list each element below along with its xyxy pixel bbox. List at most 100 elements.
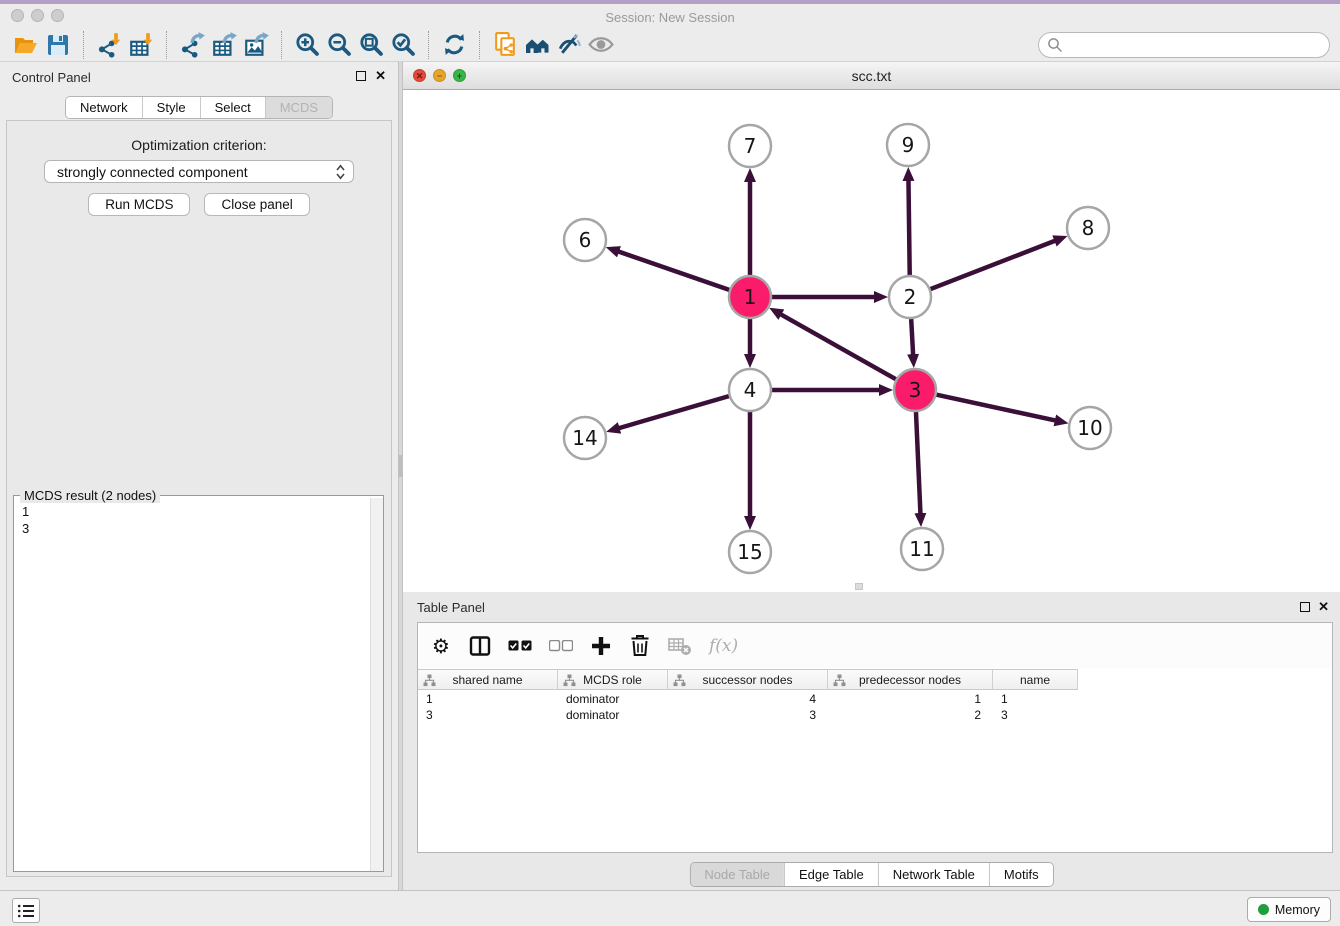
tab-node-table[interactable]: Node Table [690, 863, 784, 886]
network-window: scc.txt ✕ − + 1 2 3 4 6 7 8 9 10 11 14 15 [403, 62, 1340, 592]
delete-table-icon [668, 633, 692, 659]
open-session-icon[interactable] [10, 30, 42, 60]
import-table-icon[interactable] [125, 30, 157, 60]
float-panel-icon[interactable] [356, 71, 366, 81]
table-cell[interactable]: 1 [828, 691, 993, 707]
task-history-button[interactable] [12, 898, 40, 923]
function-builder-icon: f(x) [709, 633, 738, 659]
table-cell[interactable]: 1 [418, 691, 558, 707]
mcds-result-scrollbar[interactable] [370, 498, 383, 871]
table-cell[interactable]: 3 [993, 707, 1078, 723]
control-panel: Control Panel ✕ NetworkStyleSelectMCDS O… [0, 62, 398, 890]
control-panel-tabs: NetworkStyleSelectMCDS [65, 96, 333, 119]
delete-column-icon[interactable] [629, 633, 651, 659]
edge-3-1[interactable] [780, 314, 895, 379]
optimization-criterion-select[interactable]: strongly connected component [44, 160, 354, 183]
table-options-icon[interactable]: ⚙ [430, 633, 452, 659]
table-cell[interactable]: 1 [993, 691, 1078, 707]
edge-2-9[interactable] [908, 180, 909, 275]
run-mcds-button[interactable]: Run MCDS [88, 193, 190, 216]
svg-text:9: 9 [902, 133, 915, 157]
export-image-icon[interactable] [240, 30, 272, 60]
export-network-icon[interactable] [176, 30, 208, 60]
edge-3-11[interactable] [916, 412, 920, 514]
import-network-icon[interactable] [93, 30, 125, 60]
graph-node-9[interactable]: 9 [887, 124, 929, 166]
zoom-fit-icon[interactable] [355, 30, 387, 60]
column-header-shared-name[interactable]: shared name [418, 669, 558, 690]
edge-1-6[interactable] [618, 251, 729, 289]
table-cell[interactable]: 2 [828, 707, 993, 723]
network-close-icon[interactable]: ✕ [413, 69, 426, 82]
graph-node-2[interactable]: 2 [889, 276, 931, 318]
copy-view-icon[interactable] [489, 30, 521, 60]
tab-motifs[interactable]: Motifs [989, 863, 1053, 886]
tab-style[interactable]: Style [142, 97, 200, 118]
export-table-icon[interactable] [208, 30, 240, 60]
network-zoom-icon[interactable]: + [453, 69, 466, 82]
toggle-graphics-details-icon[interactable] [553, 30, 585, 60]
edge-3-10[interactable] [936, 395, 1055, 421]
save-session-icon[interactable] [42, 30, 74, 60]
table-panel: Table Panel ✕ ⚙f(x) shared nameMCDS role… [403, 592, 1340, 890]
column-header-predecessor-nodes[interactable]: predecessor nodes [828, 669, 993, 690]
graph-node-15[interactable]: 15 [729, 531, 771, 573]
table-row[interactable]: 1dominator411 [418, 691, 1332, 707]
search-box [1038, 32, 1330, 58]
graph-node-14[interactable]: 14 [564, 417, 606, 459]
select-stepper-icon [336, 164, 345, 183]
show-columns-icon[interactable] [469, 633, 491, 659]
close-panel-icon[interactable]: ✕ [375, 68, 386, 84]
splitter-handle[interactable] [399, 455, 402, 477]
graph-node-1[interactable]: 1 [729, 276, 771, 318]
zoom-out-icon[interactable] [323, 30, 355, 60]
graph-node-6[interactable]: 6 [564, 219, 606, 261]
home-icon[interactable] [521, 30, 553, 60]
graph-node-11[interactable]: 11 [901, 528, 943, 570]
memory-button[interactable]: Memory [1247, 897, 1331, 922]
network-window-titlebar: scc.txt ✕ − + [403, 62, 1340, 90]
table-row[interactable]: 3dominator323 [418, 707, 1332, 723]
tab-mcds[interactable]: MCDS [265, 97, 332, 118]
column-label: MCDS role [583, 673, 642, 687]
create-column-icon[interactable] [590, 633, 612, 659]
refresh-icon[interactable] [438, 30, 470, 60]
graph-node-3[interactable]: 3 [894, 369, 936, 411]
edge-2-8[interactable] [931, 241, 1056, 289]
select-all-icon[interactable] [508, 633, 532, 659]
table-cell[interactable]: 3 [668, 707, 828, 723]
zoom-in-icon[interactable] [291, 30, 323, 60]
table-cell[interactable]: 4 [668, 691, 828, 707]
network-canvas[interactable]: 1 2 3 4 6 7 8 9 10 11 14 15 [403, 90, 1340, 592]
optimization-criterion-label: Optimization criterion: [7, 137, 391, 153]
deselect-all-icon[interactable] [549, 633, 573, 659]
tab-select[interactable]: Select [200, 97, 265, 118]
tab-network[interactable]: Network [66, 97, 142, 118]
table-cell[interactable]: 3 [418, 707, 558, 723]
edge-2-3[interactable] [911, 319, 913, 355]
graph-node-10[interactable]: 10 [1069, 407, 1111, 449]
graph-node-4[interactable]: 4 [729, 369, 771, 411]
show-hide-graphics-icon[interactable] [585, 30, 617, 60]
graph-node-7[interactable]: 7 [729, 125, 771, 167]
column-header-name[interactable]: name [993, 669, 1078, 690]
tab-edge-table[interactable]: Edge Table [784, 863, 878, 886]
search-icon [1047, 37, 1063, 58]
column-header-mcds-role[interactable]: MCDS role [558, 669, 668, 690]
table-float-icon[interactable] [1300, 602, 1310, 612]
edge-4-14[interactable] [619, 396, 729, 428]
search-input[interactable] [1038, 32, 1330, 58]
column-header-successor-nodes[interactable]: successor nodes [668, 669, 828, 690]
toolbar-separator [479, 31, 480, 59]
network-minimize-icon[interactable]: − [433, 69, 446, 82]
table-cell[interactable]: dominator [558, 691, 668, 707]
network-graph[interactable]: 1 2 3 4 6 7 8 9 10 11 14 15 [403, 90, 1340, 592]
table-cell[interactable]: dominator [558, 707, 668, 723]
graph-node-8[interactable]: 8 [1067, 207, 1109, 249]
canvas-scroll-grip[interactable] [855, 583, 863, 590]
table-close-icon[interactable]: ✕ [1318, 599, 1329, 615]
close-panel-button[interactable]: Close panel [204, 193, 309, 216]
node-table-container: ⚙ f(x) shared name MCDS role successor node… [417, 622, 1333, 853]
tab-network-table[interactable]: Network Table [878, 863, 989, 886]
zoom-selected-icon[interactable] [387, 30, 419, 60]
